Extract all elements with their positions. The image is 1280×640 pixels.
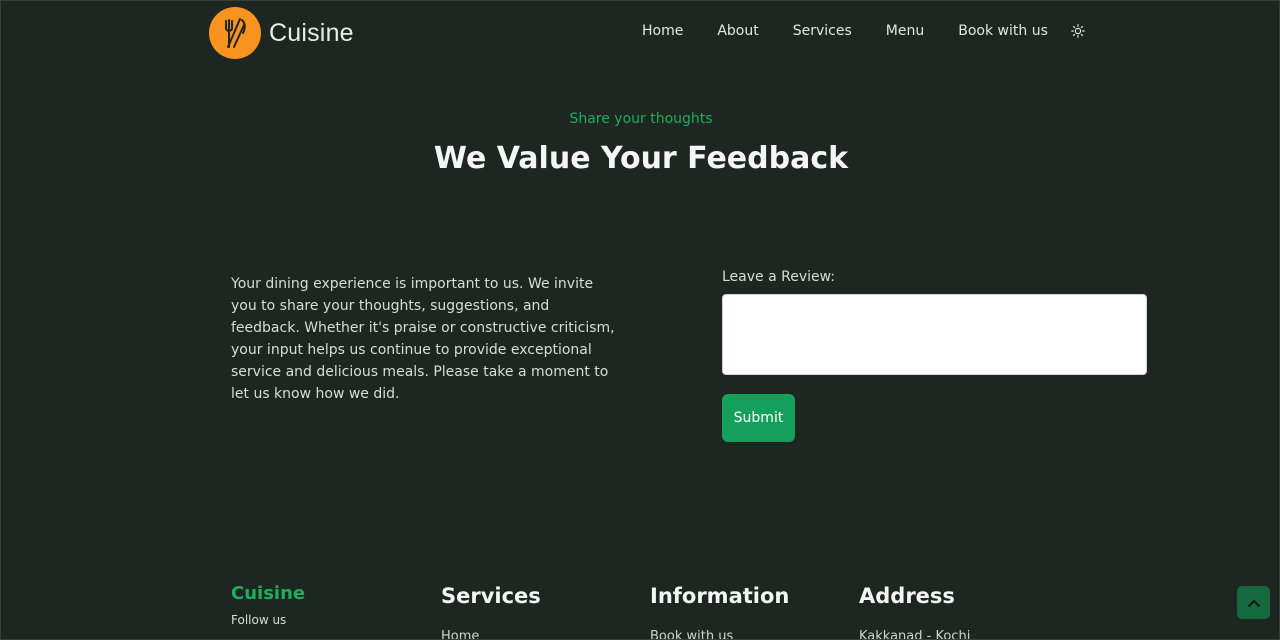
review-input[interactable] bbox=[722, 294, 1147, 375]
footer-information-title: Information bbox=[650, 584, 790, 608]
brand-logo[interactable]: Cuisine bbox=[209, 7, 354, 59]
nav-about[interactable]: About bbox=[717, 23, 758, 39]
nav-menu[interactable]: Menu bbox=[886, 23, 924, 39]
brand-name: Cuisine bbox=[269, 18, 354, 47]
footer-address-line: Kakkanad - Kochi bbox=[859, 629, 971, 640]
footer-link-home[interactable]: Home bbox=[441, 629, 479, 639]
chevron-up-icon bbox=[1247, 599, 1260, 607]
fork-knife-icon bbox=[209, 7, 261, 59]
nav-services[interactable]: Services bbox=[793, 23, 852, 39]
footer-follow-label: Follow us bbox=[231, 613, 287, 627]
back-to-top-button[interactable] bbox=[1237, 586, 1270, 619]
section-eyebrow: Share your thoughts bbox=[569, 111, 713, 127]
nav-book[interactable]: Book with us bbox=[958, 23, 1048, 39]
header: Cuisine Home About Services Menu Book wi… bbox=[1, 1, 1279, 65]
page: Cuisine Home About Services Menu Book wi… bbox=[0, 0, 1280, 640]
main-nav: Home About Services Menu Book with us bbox=[625, 23, 1085, 39]
footer-services-title: Services bbox=[441, 584, 541, 608]
review-label: Leave a Review: bbox=[722, 269, 836, 285]
feedback-intro: Your dining experience is important to u… bbox=[231, 276, 615, 402]
sun-icon[interactable] bbox=[1071, 24, 1085, 38]
footer-address-title: Address bbox=[859, 584, 955, 608]
submit-button[interactable]: Submit bbox=[722, 394, 795, 442]
footer-link-book[interactable]: Book with us bbox=[650, 629, 733, 639]
nav-home[interactable]: Home bbox=[642, 23, 683, 39]
footer-brand: Cuisine bbox=[231, 583, 306, 604]
page-title: We Value Your Feedback bbox=[433, 141, 849, 176]
